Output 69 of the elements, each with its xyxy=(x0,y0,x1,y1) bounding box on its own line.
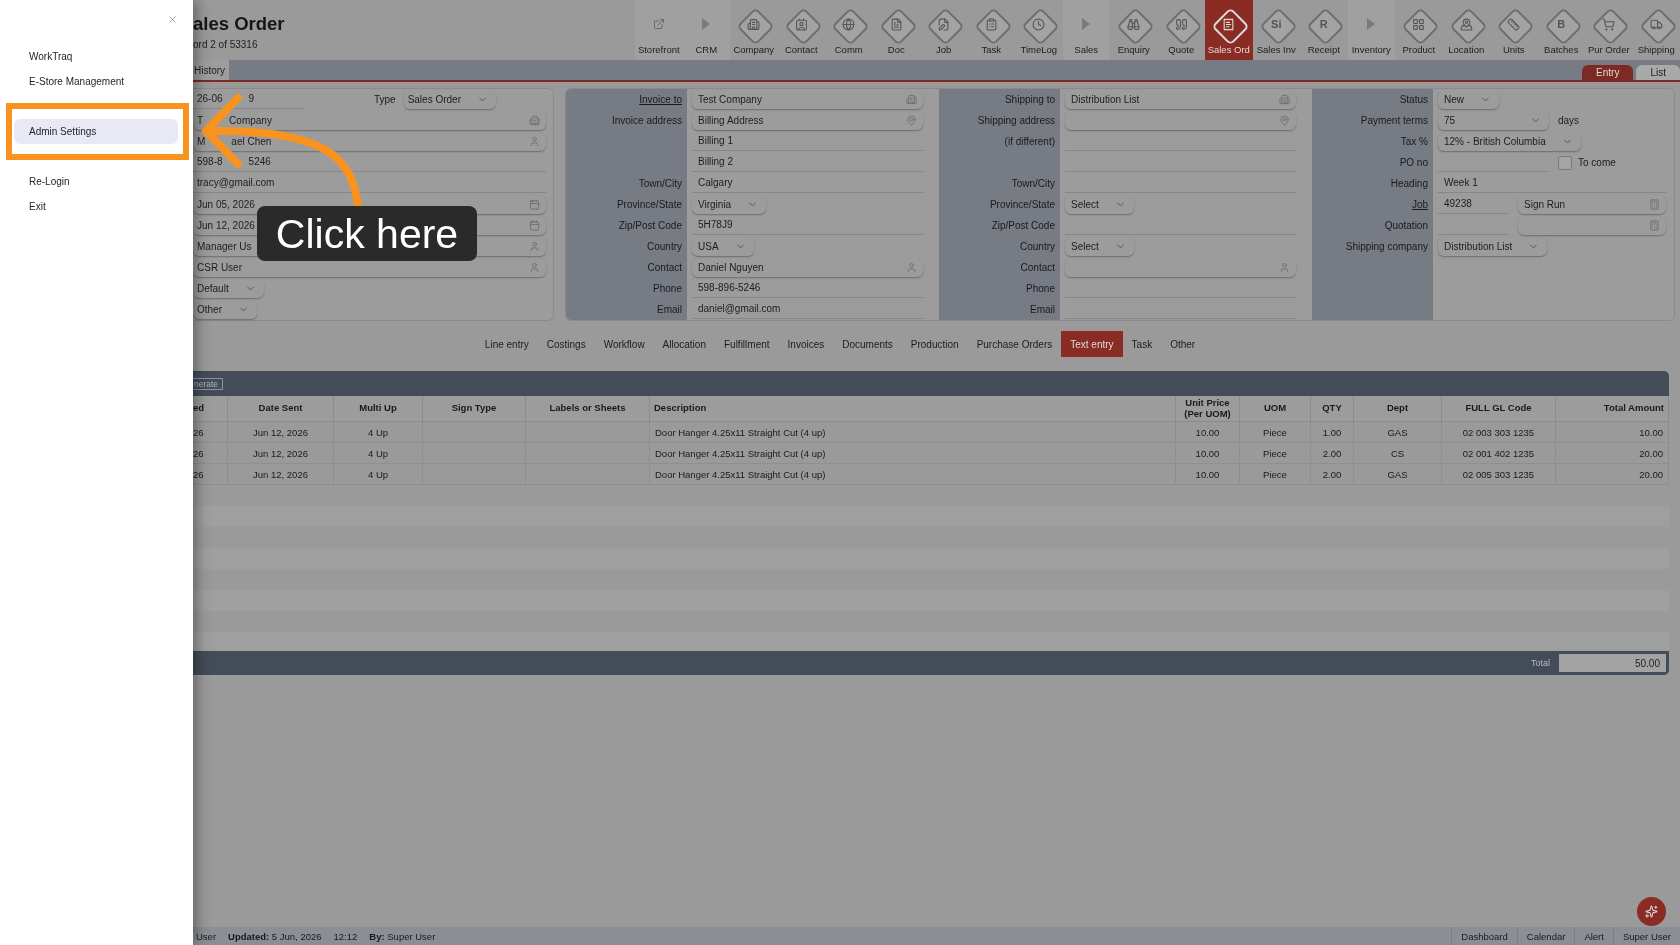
field-label: Quotation xyxy=(1384,219,1428,232)
field-label: Contact xyxy=(647,261,682,274)
table-cell: CS xyxy=(1354,443,1442,464)
status-text: By: Super User xyxy=(369,930,436,942)
table-cell: 1.00 xyxy=(1311,422,1354,443)
table-cell: 4 Up xyxy=(334,422,423,443)
table-cell: 20.00 xyxy=(1556,443,1669,464)
column-header: ed xyxy=(193,396,228,422)
column-header: Multi Up xyxy=(334,396,423,422)
field-label: Country xyxy=(1020,240,1055,253)
column-header: Description xyxy=(650,396,1176,422)
field-label: Shipping company xyxy=(1345,240,1428,253)
field-label: PO no xyxy=(1399,156,1428,169)
field-label: Province/State xyxy=(989,198,1055,211)
field-label: Shipping to xyxy=(1004,93,1055,106)
column-header: Labels or Sheets xyxy=(526,396,650,422)
total-label: Total xyxy=(1531,657,1550,669)
page-title: ales Order xyxy=(193,13,285,35)
field-label: Zip/Post Code xyxy=(618,219,682,232)
table-cell: 02 001 402 1235 xyxy=(1442,443,1556,464)
field-label: Phone xyxy=(1026,282,1055,295)
column-header: Sign Type xyxy=(423,396,526,422)
field-label: (if different) xyxy=(1004,135,1055,148)
table-cell: Jun 12, 2026 xyxy=(228,422,334,443)
status-text: User xyxy=(196,930,217,942)
field-label: Shipping address xyxy=(977,114,1055,127)
column-header: UOM xyxy=(1240,396,1311,422)
column-header: Date Sent xyxy=(228,396,334,422)
table-cell: Door Hanger 4.25x11 Straight Cut (4 up) xyxy=(650,443,1176,464)
unit-label: days xyxy=(1558,114,1580,127)
field-label: Payment terms xyxy=(1360,114,1428,127)
tutorial-tooltip: Click here xyxy=(257,206,477,261)
column-header: Dept xyxy=(1354,396,1442,422)
status-text: Updated: 5 Jun, 2026 xyxy=(228,930,322,942)
field-label: Email xyxy=(657,303,682,316)
column-header: Total Amount xyxy=(1556,396,1669,422)
table-cell: Piece xyxy=(1240,443,1311,464)
table-cell: GAS xyxy=(1354,422,1442,443)
table-cell: Door Hanger 4.25x11 Straight Cut (4 up) xyxy=(650,422,1176,443)
table-cell: 4 Up xyxy=(334,443,423,464)
table-cell: Jun 12, 2026 xyxy=(228,443,334,464)
field-label: Town/City xyxy=(638,177,682,190)
total-field: 50.00 xyxy=(1559,654,1666,672)
column-header: Unit Price (Per UOM) xyxy=(1176,396,1240,422)
table-cell: 02 003 303 1235 xyxy=(1442,422,1556,443)
field-label: Contact xyxy=(1020,261,1055,274)
field-label: Town/City xyxy=(1011,177,1055,190)
field-label: Email xyxy=(1030,303,1055,316)
table-cell: 26 xyxy=(193,443,228,464)
field-label: Country xyxy=(647,240,682,253)
field-label: Phone xyxy=(653,282,682,295)
record-counter: ord 2 of 53316 xyxy=(193,39,258,51)
column-header: FULL GL Code xyxy=(1442,396,1556,422)
field-label: Zip/Post Code xyxy=(991,219,1055,232)
table-cell: 26 xyxy=(193,422,228,443)
table-cell: 10.00 xyxy=(1556,422,1669,443)
status-text: 12:12 xyxy=(333,930,358,942)
field-label: Heading xyxy=(1390,177,1428,190)
checkbox-label: To come xyxy=(1578,156,1616,169)
table-cell: 2.00 xyxy=(1311,443,1354,464)
table-cell: 10.00 xyxy=(1176,422,1240,443)
table-cell: Piece xyxy=(1240,422,1311,443)
table-cell: 10.00 xyxy=(1176,443,1240,464)
column-header: QTY xyxy=(1311,396,1354,422)
field-label: Status xyxy=(1399,93,1428,106)
field-label: Tax % xyxy=(1400,135,1428,148)
field-label: Invoice address xyxy=(611,114,682,127)
field-label: Province/State xyxy=(616,198,682,211)
field-label: Type xyxy=(373,93,396,106)
